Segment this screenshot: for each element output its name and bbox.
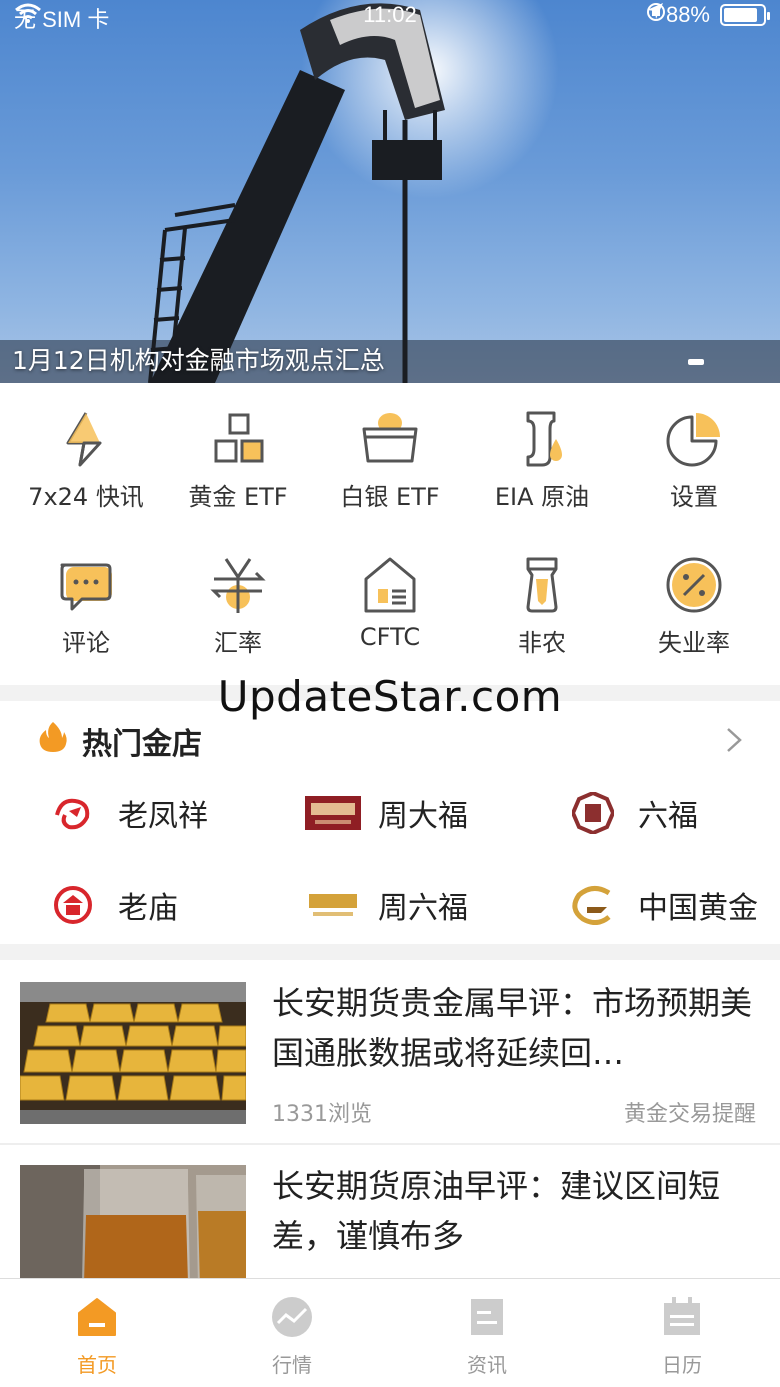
news-thumbnail bbox=[20, 982, 246, 1124]
tab-calendar[interactable]: 日历 bbox=[622, 1295, 742, 1378]
watermark: UpdateStar.com bbox=[217, 672, 563, 721]
store-item[interactable]: 周六福 bbox=[302, 883, 468, 927]
chart-icon bbox=[270, 1295, 314, 1339]
oil-beakers-image bbox=[20, 1165, 246, 1278]
store-name: 老凤祥 bbox=[118, 799, 208, 834]
pie-chart-icon bbox=[664, 409, 724, 469]
tab-news[interactable]: 资讯 bbox=[427, 1295, 547, 1378]
feature-label: 设置 bbox=[670, 483, 718, 511]
feature-unemployment[interactable]: 失业率 bbox=[618, 555, 770, 658]
news-thumbnail bbox=[20, 1165, 246, 1278]
news-views: 1331浏览 bbox=[272, 1102, 372, 1127]
hot-stores-title: 热门金店 bbox=[82, 727, 202, 762]
store-name: 六福 bbox=[638, 799, 698, 834]
comment-icon bbox=[56, 555, 116, 615]
app-root: 无 SIM 卡 11:02 88% 1月12日机构对金融市场观点汇总 7x24 … bbox=[0, 0, 780, 1387]
home-icon bbox=[75, 1295, 119, 1339]
feature-label: 黄金 ETF bbox=[188, 483, 288, 511]
store-item[interactable]: 六福 bbox=[562, 791, 698, 835]
news-meta: 1331浏览 黄金交易提醒 bbox=[272, 1096, 756, 1128]
banner-page-indicator bbox=[688, 359, 704, 365]
tab-label: 首页 bbox=[77, 1353, 117, 1377]
lukfook-logo-icon bbox=[562, 792, 624, 834]
store-item[interactable]: 老庙 bbox=[42, 883, 178, 927]
store-name: 老庙 bbox=[118, 891, 178, 926]
basket-icon bbox=[360, 409, 420, 469]
feature-7x24[interactable]: 7x24 快讯 bbox=[10, 409, 162, 512]
store-name: 中国黄金 bbox=[638, 891, 758, 926]
battery-level bbox=[724, 8, 758, 22]
feature-label: CFTC bbox=[359, 623, 421, 651]
zhouliufu-logo-icon bbox=[302, 885, 364, 925]
calendar-icon bbox=[660, 1295, 704, 1339]
feature-label: 评论 bbox=[62, 629, 110, 657]
tab-home[interactable]: 首页 bbox=[37, 1295, 157, 1378]
laofengxiang-logo-icon bbox=[42, 793, 104, 833]
section-divider bbox=[0, 944, 780, 960]
tab-label: 日历 bbox=[662, 1353, 702, 1377]
percent-icon bbox=[664, 555, 724, 615]
house-list-icon bbox=[360, 555, 420, 615]
feature-cftc[interactable]: CFTC bbox=[314, 555, 466, 651]
news-source: 黄金交易提醒 bbox=[623, 1102, 756, 1127]
chowtaifook-logo-icon bbox=[302, 793, 364, 833]
laomiao-logo-icon bbox=[42, 885, 104, 925]
china-gold-logo-icon bbox=[562, 885, 624, 925]
hot-stores-section: 热门金店 老凤祥 周大福 六福 老庙 周六福 中国黄金 bbox=[0, 701, 780, 944]
feature-label: 7x24 快讯 bbox=[28, 483, 144, 511]
feature-exchange-rate[interactable]: 汇率 bbox=[162, 555, 314, 658]
banner[interactable]: 无 SIM 卡 11:02 88% 1月12日机构对金融市场观点汇总 bbox=[0, 0, 780, 383]
feature-label: 非农 bbox=[518, 629, 566, 657]
news-title: 长安期货原油早评：建议区间短差，谨慎布多 bbox=[272, 1167, 721, 1255]
feature-gold-etf[interactable]: 黄金 ETF bbox=[162, 409, 314, 512]
feature-label: 白银 ETF bbox=[340, 483, 440, 511]
gold-bars-icon bbox=[208, 409, 268, 469]
status-right: 88% bbox=[646, 2, 770, 28]
oil-drop-icon bbox=[512, 409, 572, 469]
yen-exchange-icon bbox=[208, 555, 268, 615]
tab-label: 资讯 bbox=[467, 1353, 507, 1377]
feature-label: EIA 原油 bbox=[494, 483, 590, 511]
store-name: 周六福 bbox=[378, 891, 468, 926]
feature-label: 失业率 bbox=[658, 629, 730, 657]
feature-grid: 7x24 快讯 黄金 ETF 白银 ETF EIA 原油 设置 评论 汇率 CF… bbox=[0, 383, 780, 685]
news-item[interactable]: 长安期货贵金属早评：市场预期美国通胀数据或将延续回… 1331浏览 黄金交易提醒 bbox=[0, 960, 780, 1144]
feature-silver-etf[interactable]: 白银 ETF bbox=[314, 409, 466, 512]
banner-caption: 1月12日机构对金融市场观点汇总 bbox=[12, 346, 385, 375]
store-item[interactable]: 老凤祥 bbox=[42, 791, 208, 835]
store-item[interactable]: 周大福 bbox=[302, 791, 468, 835]
battery-percent: 88% bbox=[665, 2, 710, 27]
news-icon bbox=[465, 1295, 509, 1339]
feature-settings[interactable]: 设置 bbox=[618, 409, 770, 512]
gold-bars-image bbox=[20, 982, 246, 1124]
feature-eia-oil[interactable]: EIA 原油 bbox=[466, 409, 618, 512]
tab-label: 行情 bbox=[272, 1353, 312, 1377]
oil-pump-silhouette bbox=[0, 3, 780, 383]
hot-stores-header: 热门金店 bbox=[38, 719, 202, 763]
feature-comment[interactable]: 评论 bbox=[10, 555, 162, 658]
store-name: 周大福 bbox=[378, 799, 468, 834]
tab-market[interactable]: 行情 bbox=[232, 1295, 352, 1378]
chevron-right-icon[interactable] bbox=[720, 727, 746, 753]
status-bar: 无 SIM 卡 11:02 88% bbox=[0, 0, 780, 32]
battery-icon bbox=[720, 4, 770, 26]
bottom-tab-bar: 首页 行情 资讯 日历 bbox=[0, 1278, 780, 1387]
shirt-tie-icon bbox=[512, 555, 572, 615]
lightning-icon bbox=[56, 409, 116, 469]
store-item[interactable]: 中国黄金 bbox=[562, 883, 758, 927]
flame-icon bbox=[38, 720, 68, 762]
feature-nonfarm[interactable]: 非农 bbox=[466, 555, 618, 658]
feature-label: 汇率 bbox=[214, 629, 262, 657]
news-title: 长安期货贵金属早评：市场预期美国通胀数据或将延续回… bbox=[272, 984, 753, 1072]
news-item[interactable]: 长安期货原油早评：建议区间短差，谨慎布多 bbox=[0, 1145, 780, 1278]
